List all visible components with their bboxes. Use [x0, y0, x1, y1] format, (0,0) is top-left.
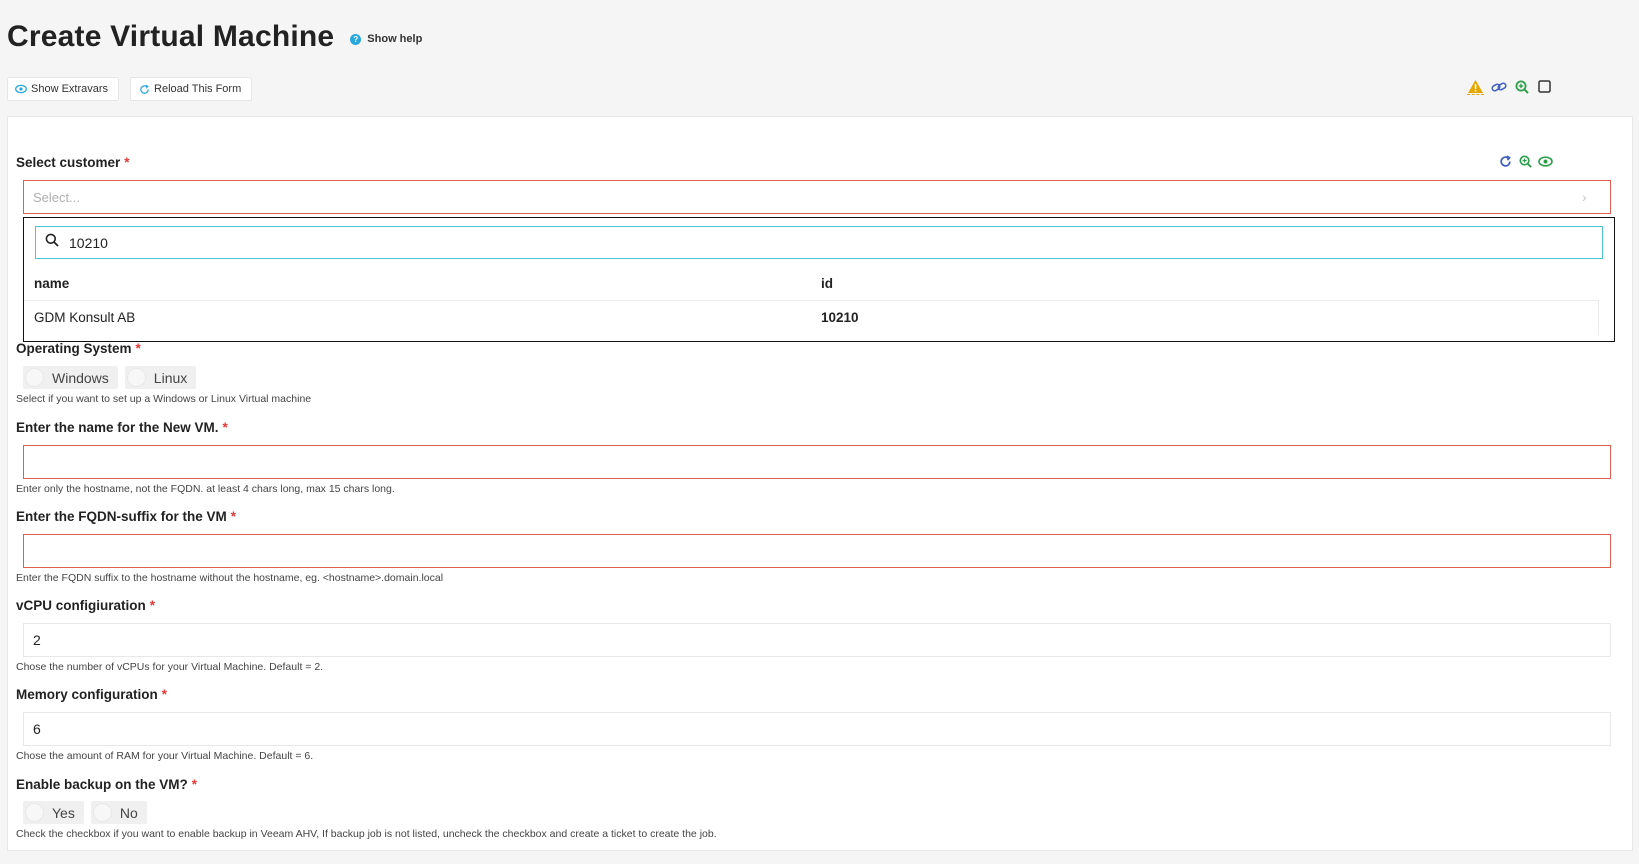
required-mark: * — [222, 420, 228, 435]
page-header: Create Virtual Machine ? Show help — [7, 20, 422, 54]
customer-field-actions — [1498, 154, 1553, 169]
link-icon[interactable] — [1490, 78, 1507, 95]
show-help-label: Show help — [367, 33, 423, 45]
reload-form-button[interactable]: Reload This Form — [130, 77, 253, 101]
vm-name-label-text: Enter the name for the New VM. — [16, 420, 219, 435]
backup-option-label: No — [119, 804, 138, 821]
backup-label-text: Enable backup on the VM? — [16, 777, 188, 792]
required-mark: * — [230, 509, 237, 524]
radio-icon — [92, 803, 112, 822]
form-toolbar: Show Extravars Reload This Form — [7, 77, 253, 101]
customer-label-text: Select customer — [16, 155, 121, 170]
memory-label-text: Memory configuration — [16, 687, 158, 702]
show-extravars-label: Show Extravars — [31, 83, 109, 95]
fqdn-help: Enter the FQDN suffix to the hostname wi… — [16, 572, 444, 584]
customer-search-box — [35, 226, 1603, 259]
vcpu-help: Chose the number of vCPUs for your Virtu… — [16, 661, 324, 673]
radio-icon — [126, 368, 146, 387]
table-row[interactable]: GDM Konsult AB 10210 — [24, 300, 1599, 335]
help-icon: ? — [350, 33, 362, 45]
show-extravars-button[interactable]: Show Extravars — [7, 77, 120, 101]
vcpu-label: vCPU configiuration * — [16, 598, 155, 613]
required-mark: * — [135, 341, 141, 356]
os-option-linux[interactable]: Linux — [124, 366, 197, 389]
zoom-in-icon[interactable] — [1518, 154, 1533, 169]
os-label: Operating System * — [16, 341, 141, 356]
memory-label: Memory configuration * — [16, 687, 167, 702]
os-label-text: Operating System — [16, 341, 132, 356]
column-header-name[interactable]: name — [34, 276, 69, 291]
refresh-icon[interactable] — [1498, 154, 1513, 169]
os-option-label: Linux — [153, 369, 188, 386]
customer-label: Select customer * — [16, 155, 130, 170]
os-help: Select if you want to set up a Windows o… — [16, 393, 312, 405]
required-mark: * — [191, 777, 198, 792]
radio-icon — [25, 368, 44, 387]
fqdn-label-text: Enter the FQDN-suffix for the VM — [16, 509, 227, 524]
required-mark: * — [149, 598, 156, 613]
vm-name-input[interactable] — [23, 445, 1611, 479]
vcpu-label-text: vCPU configiuration — [16, 598, 146, 613]
checkbox-icon[interactable] — [1536, 78, 1553, 95]
chevron-right-icon: › — [1582, 189, 1587, 205]
backup-radio-group: Yes No — [23, 801, 147, 824]
customer-select[interactable]: Select... › — [23, 180, 1611, 214]
fqdn-label: Enter the FQDN-suffix for the VM * — [16, 509, 236, 524]
os-option-windows[interactable]: Windows — [23, 366, 118, 389]
customer-dropdown: name id GDM Konsult AB 10210 — [23, 217, 1615, 342]
fqdn-input[interactable] — [23, 534, 1611, 568]
memory-input[interactable] — [23, 712, 1611, 746]
eye-icon[interactable] — [1538, 154, 1553, 169]
backup-option-label: Yes — [52, 804, 75, 821]
required-mark: * — [124, 155, 130, 170]
column-header-id[interactable]: id — [821, 276, 833, 291]
customer-search-input[interactable] — [67, 233, 1567, 252]
warning-icon[interactable] — [1467, 78, 1484, 95]
vm-name-label: Enter the name for the New VM. * — [16, 420, 228, 435]
search-icon — [45, 233, 59, 252]
page-title: Create Virtual Machine — [7, 20, 335, 53]
backup-label: Enable backup on the VM? * — [16, 777, 197, 792]
required-mark: * — [161, 687, 168, 702]
vcpu-input[interactable] — [23, 623, 1611, 657]
form-actions — [1467, 78, 1553, 95]
refresh-icon — [138, 83, 150, 95]
row-name: GDM Konsult AB — [34, 310, 136, 325]
row-id: 10210 — [821, 310, 859, 325]
os-option-label: Windows — [52, 369, 109, 386]
eye-icon — [15, 83, 27, 95]
os-radio-group: Windows Linux — [23, 366, 197, 389]
customer-select-placeholder: Select... — [33, 189, 80, 205]
backup-option-no[interactable]: No — [90, 801, 147, 824]
memory-help: Chose the amount of RAM for your Virtual… — [16, 750, 314, 762]
show-help-button[interactable]: ? Show help — [350, 33, 422, 45]
backup-help: Check the checkbox if you want to enable… — [16, 828, 717, 840]
reload-form-label: Reload This Form — [154, 83, 242, 95]
zoom-in-icon[interactable] — [1513, 78, 1530, 95]
backup-option-yes[interactable]: Yes — [23, 801, 84, 824]
vm-name-help: Enter only the hostname, not the FQDN. a… — [16, 483, 395, 495]
radio-icon — [25, 803, 44, 822]
